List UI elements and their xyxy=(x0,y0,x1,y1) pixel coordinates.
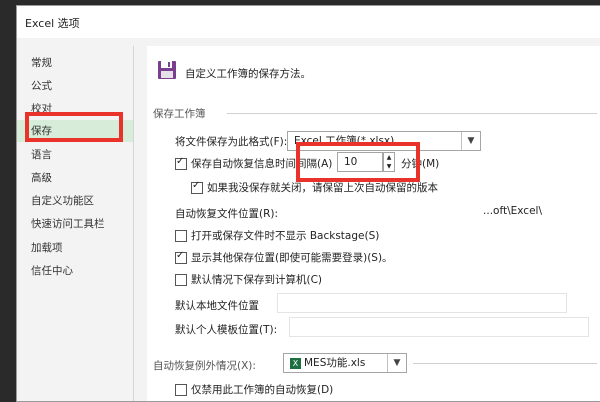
default-local-location-label: 默认本地文件位置 xyxy=(175,300,259,312)
exceptions-workbook-dropdown[interactable]: X MES功能.xls ▼ xyxy=(283,353,407,373)
save-section-heading: 保存工作簿 xyxy=(153,108,206,120)
chevron-down-icon: ▼ xyxy=(461,132,480,150)
sidebar-item-add-ins[interactable]: 加载项 xyxy=(17,237,133,259)
section-divider xyxy=(413,363,597,364)
no-backstage-checkbox[interactable] xyxy=(175,230,187,242)
title-bar: Excel 选项 xyxy=(17,6,600,38)
default-local-location-input[interactable] xyxy=(277,293,567,313)
dialog-title: Excel 选项 xyxy=(25,17,80,30)
save-to-computer-label: 默认情况下保存到计算机(C) xyxy=(191,274,323,286)
show-other-locations-label: 显示其他保存位置(即使可能需要登录)(S)。 xyxy=(191,252,393,264)
excel-options-dialog: Excel 选项 常规 公式 校对 保存 语言 高级 自定义功能区 快速访问工具… xyxy=(16,5,600,402)
sidebar-item-formulas[interactable]: 公式 xyxy=(17,75,133,97)
header-text: 自定义工作簿的保存方法。 xyxy=(185,68,311,80)
default-template-location-label: 默认个人模板位置(T): xyxy=(175,324,278,336)
autorecover-highlight-box xyxy=(296,142,420,182)
autorecover-checkbox[interactable] xyxy=(175,156,187,170)
save-highlight-box xyxy=(25,112,123,142)
sidebar-item-customize-ribbon[interactable]: 自定义功能区 xyxy=(17,190,133,212)
floppy-disk-icon xyxy=(158,61,176,79)
sidebar-item-general[interactable]: 常规 xyxy=(17,52,133,74)
sidebar-item-language[interactable]: 语言 xyxy=(17,144,133,166)
main-content: 自定义工作簿的保存方法。 保存工作簿 将文件保存为此格式(F): Excel 工… xyxy=(147,46,600,401)
disable-autorecover-label: 仅禁用此工作簿的自动恢复(D) xyxy=(191,384,334,396)
exceptions-section-heading: 自动恢复例外情况(X): xyxy=(153,360,256,372)
disable-autorecover-checkbox[interactable] xyxy=(175,384,187,396)
sidebar-item-advanced[interactable]: 高级 xyxy=(17,167,133,189)
autorecover-location-label: 自动恢复文件位置(R): xyxy=(175,208,279,220)
no-backstage-label: 打开或保存文件时不显示 Backstage(S) xyxy=(191,230,380,242)
format-label: 将文件保存为此格式(F): xyxy=(175,136,288,148)
sidebar: 常规 公式 校对 保存 语言 高级 自定义功能区 快速访问工具栏 加载项 信任中… xyxy=(17,46,134,401)
keep-last-version-label: 如果我没保存就关闭，请保留上次自动保留的版本 xyxy=(207,182,438,194)
keep-last-version-checkbox[interactable] xyxy=(191,180,203,194)
autorecover-location-input[interactable]: ...oft\Excel\ xyxy=(277,201,547,221)
autorecover-location-value: ...oft\Excel\ xyxy=(483,205,542,217)
excel-file-icon: X xyxy=(290,357,301,369)
section-divider xyxy=(227,113,597,114)
default-template-location-input[interactable] xyxy=(289,317,589,337)
show-other-locations-checkbox[interactable] xyxy=(175,250,187,264)
exceptions-workbook-value: MES功能.xls xyxy=(304,357,366,369)
sidebar-item-quick-access-toolbar[interactable]: 快速访问工具栏 xyxy=(17,213,133,235)
sidebar-item-trust-center[interactable]: 信任中心 xyxy=(17,260,133,282)
save-to-computer-checkbox[interactable] xyxy=(175,274,187,286)
chevron-down-icon: ▼ xyxy=(387,354,406,372)
